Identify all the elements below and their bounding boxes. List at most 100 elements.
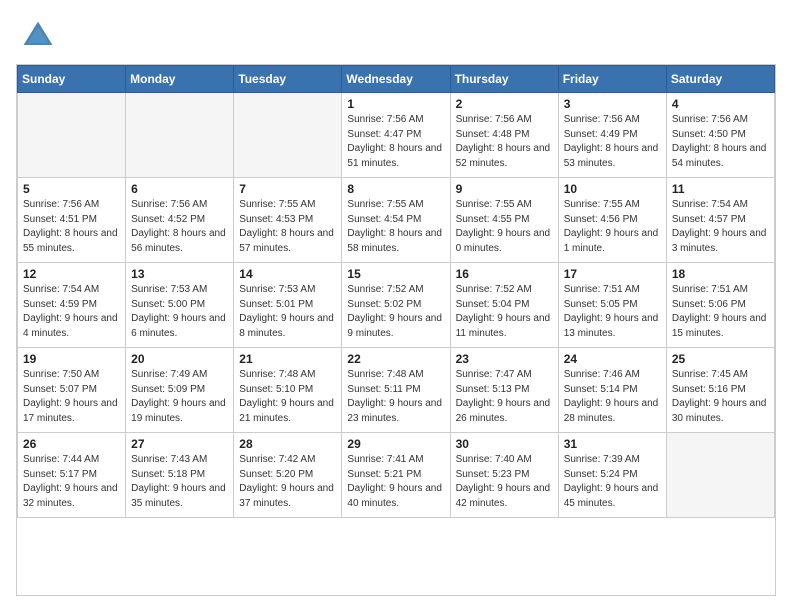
calendar-cell: 9Sunrise: 7:55 AM Sunset: 4:55 PM Daylig… [450, 178, 558, 263]
calendar-cell: 5 Sunrise: 7:56 AM Sunset: 4:51 PM Daylig… [18, 178, 126, 263]
calendar-table: SundayMondayTuesdayWednesdayThursdayFrid… [17, 65, 775, 518]
day-number: 8 [347, 182, 444, 196]
day-number: 23 [456, 352, 553, 366]
day-number: 21 [239, 352, 336, 366]
day-info: Sunrise: 7:56 AM Sunset: 4:52 PM Dayligh… [131, 198, 228, 256]
day-info: Sunrise: 7:48 AM Sunset: 5:10 PM Dayligh… [239, 368, 336, 426]
calendar-cell: 22 Sunrise: 7:48 AM Sunset: 5:11 PM Dayli… [342, 348, 450, 433]
day-number: 16 [456, 267, 553, 281]
day-info: Sunrise: 7:51 AM Sunset: 5:06 PM Dayligh… [672, 283, 769, 341]
logo-icon [20, 18, 56, 54]
day-number: 27 [131, 437, 228, 451]
calendar-cell [126, 93, 234, 178]
calendar-cell: 2 Sunrise: 7:56 AM Sunset: 4:48 PM Daylig… [450, 93, 558, 178]
weekday-tuesday: Tuesday [234, 66, 342, 93]
weekday-friday: Friday [558, 66, 666, 93]
calendar-cell: 12 Sunrise: 7:54 AM Sunset: 4:59 PM Dayli… [18, 263, 126, 348]
day-info: Sunrise: 7:56 AM Sunset: 4:51 PM Dayligh… [23, 198, 120, 256]
calendar-cell: 23 Sunrise: 7:47 AM Sunset: 5:13 PM Dayli… [450, 348, 558, 433]
day-number: 31 [564, 437, 661, 451]
day-number: 7 [239, 182, 336, 196]
calendar-cell: 4Sunrise: 7:56 AM Sunset: 4:50 PM Daylig… [666, 93, 774, 178]
day-number: 30 [456, 437, 553, 451]
day-info: Sunrise: 7:44 AM Sunset: 5:17 PM Dayligh… [23, 453, 120, 511]
day-info: Sunrise: 7:53 AM Sunset: 5:01 PM Dayligh… [239, 283, 336, 341]
day-number: 15 [347, 267, 444, 281]
calendar-header: SundayMondayTuesdayWednesdayThursdayFrid… [18, 66, 775, 93]
day-info: Sunrise: 7:48 AM Sunset: 5:11 PM Dayligh… [347, 368, 444, 426]
calendar-cell: 7Sunrise: 7:55 AM Sunset: 4:53 PM Daylig… [234, 178, 342, 263]
calendar-cell: 25Sunrise: 7:45 AM Sunset: 5:16 PM Dayli… [666, 348, 774, 433]
day-number: 2 [456, 97, 553, 111]
day-number: 29 [347, 437, 444, 451]
calendar-cell: 1Sunrise: 7:56 AM Sunset: 4:47 PM Daylig… [342, 93, 450, 178]
calendar: SundayMondayTuesdayWednesdayThursdayFrid… [16, 64, 776, 596]
calendar-cell: 6 Sunrise: 7:56 AM Sunset: 4:52 PM Daylig… [126, 178, 234, 263]
day-number: 19 [23, 352, 120, 366]
calendar-cell: 17 Sunrise: 7:51 AM Sunset: 5:05 PM Dayli… [558, 263, 666, 348]
calendar-cell: 24 Sunrise: 7:46 AM Sunset: 5:14 PM Dayli… [558, 348, 666, 433]
day-info: Sunrise: 7:55 AM Sunset: 4:56 PM Dayligh… [564, 198, 661, 256]
calendar-cell: 8Sunrise: 7:55 AM Sunset: 4:54 PM Daylig… [342, 178, 450, 263]
calendar-cell: 31Sunrise: 7:39 AM Sunset: 5:24 PM Dayli… [558, 433, 666, 518]
week-row-2: 5 Sunrise: 7:56 AM Sunset: 4:51 PM Daylig… [18, 178, 775, 263]
weekday-sunday: Sunday [18, 66, 126, 93]
week-row-1: 1Sunrise: 7:56 AM Sunset: 4:47 PM Daylig… [18, 93, 775, 178]
day-number: 5 [23, 182, 120, 196]
day-number: 24 [564, 352, 661, 366]
day-number: 9 [456, 182, 553, 196]
day-number: 20 [131, 352, 228, 366]
day-info: Sunrise: 7:49 AM Sunset: 5:09 PM Dayligh… [131, 368, 228, 426]
day-info: Sunrise: 7:46 AM Sunset: 5:14 PM Dayligh… [564, 368, 661, 426]
calendar-cell: 30Sunrise: 7:40 AM Sunset: 5:23 PM Dayli… [450, 433, 558, 518]
calendar-cell: 16 Sunrise: 7:52 AM Sunset: 5:04 PM Dayli… [450, 263, 558, 348]
day-info: Sunrise: 7:52 AM Sunset: 5:04 PM Dayligh… [456, 283, 553, 341]
day-info: Sunrise: 7:56 AM Sunset: 4:48 PM Dayligh… [456, 113, 553, 171]
weekday-header-row: SundayMondayTuesdayWednesdayThursdayFrid… [18, 66, 775, 93]
calendar-cell [666, 433, 774, 518]
week-row-5: 26 Sunrise: 7:44 AM Sunset: 5:17 PM Dayli… [18, 433, 775, 518]
day-number: 4 [672, 97, 769, 111]
calendar-cell: 18 Sunrise: 7:51 AM Sunset: 5:06 PM Dayli… [666, 263, 774, 348]
weekday-monday: Monday [126, 66, 234, 93]
calendar-cell: 14Sunrise: 7:53 AM Sunset: 5:01 PM Dayli… [234, 263, 342, 348]
day-info: Sunrise: 7:41 AM Sunset: 5:21 PM Dayligh… [347, 453, 444, 511]
week-row-4: 19 Sunrise: 7:50 AM Sunset: 5:07 PM Dayli… [18, 348, 775, 433]
weekday-wednesday: Wednesday [342, 66, 450, 93]
day-number: 6 [131, 182, 228, 196]
calendar-cell: 13Sunrise: 7:53 AM Sunset: 5:00 PM Dayli… [126, 263, 234, 348]
day-number: 26 [23, 437, 120, 451]
weekday-saturday: Saturday [666, 66, 774, 93]
calendar-cell: 20 Sunrise: 7:49 AM Sunset: 5:09 PM Dayli… [126, 348, 234, 433]
day-info: Sunrise: 7:47 AM Sunset: 5:13 PM Dayligh… [456, 368, 553, 426]
day-number: 11 [672, 182, 769, 196]
weekday-thursday: Thursday [450, 66, 558, 93]
calendar-cell: 28Sunrise: 7:42 AM Sunset: 5:20 PM Dayli… [234, 433, 342, 518]
day-info: Sunrise: 7:43 AM Sunset: 5:18 PM Dayligh… [131, 453, 228, 511]
calendar-cell: 27 Sunrise: 7:43 AM Sunset: 5:18 PM Dayli… [126, 433, 234, 518]
day-number: 18 [672, 267, 769, 281]
calendar-cell: 21 Sunrise: 7:48 AM Sunset: 5:10 PM Dayli… [234, 348, 342, 433]
page: SundayMondayTuesdayWednesdayThursdayFrid… [0, 0, 792, 612]
day-number: 10 [564, 182, 661, 196]
day-info: Sunrise: 7:51 AM Sunset: 5:05 PM Dayligh… [564, 283, 661, 341]
logo [20, 18, 60, 54]
day-number: 12 [23, 267, 120, 281]
day-info: Sunrise: 7:54 AM Sunset: 4:59 PM Dayligh… [23, 283, 120, 341]
day-number: 1 [347, 97, 444, 111]
calendar-cell: 26 Sunrise: 7:44 AM Sunset: 5:17 PM Dayli… [18, 433, 126, 518]
day-number: 17 [564, 267, 661, 281]
day-info: Sunrise: 7:45 AM Sunset: 5:16 PM Dayligh… [672, 368, 769, 426]
calendar-cell [234, 93, 342, 178]
calendar-body: 1Sunrise: 7:56 AM Sunset: 4:47 PM Daylig… [18, 93, 775, 518]
calendar-cell: 3Sunrise: 7:56 AM Sunset: 4:49 PM Daylig… [558, 93, 666, 178]
day-number: 22 [347, 352, 444, 366]
day-info: Sunrise: 7:50 AM Sunset: 5:07 PM Dayligh… [23, 368, 120, 426]
calendar-cell [18, 93, 126, 178]
day-number: 28 [239, 437, 336, 451]
calendar-cell: 15 Sunrise: 7:52 AM Sunset: 5:02 PM Dayli… [342, 263, 450, 348]
week-row-3: 12 Sunrise: 7:54 AM Sunset: 4:59 PM Dayli… [18, 263, 775, 348]
day-number: 13 [131, 267, 228, 281]
day-info: Sunrise: 7:52 AM Sunset: 5:02 PM Dayligh… [347, 283, 444, 341]
day-info: Sunrise: 7:54 AM Sunset: 4:57 PM Dayligh… [672, 198, 769, 256]
